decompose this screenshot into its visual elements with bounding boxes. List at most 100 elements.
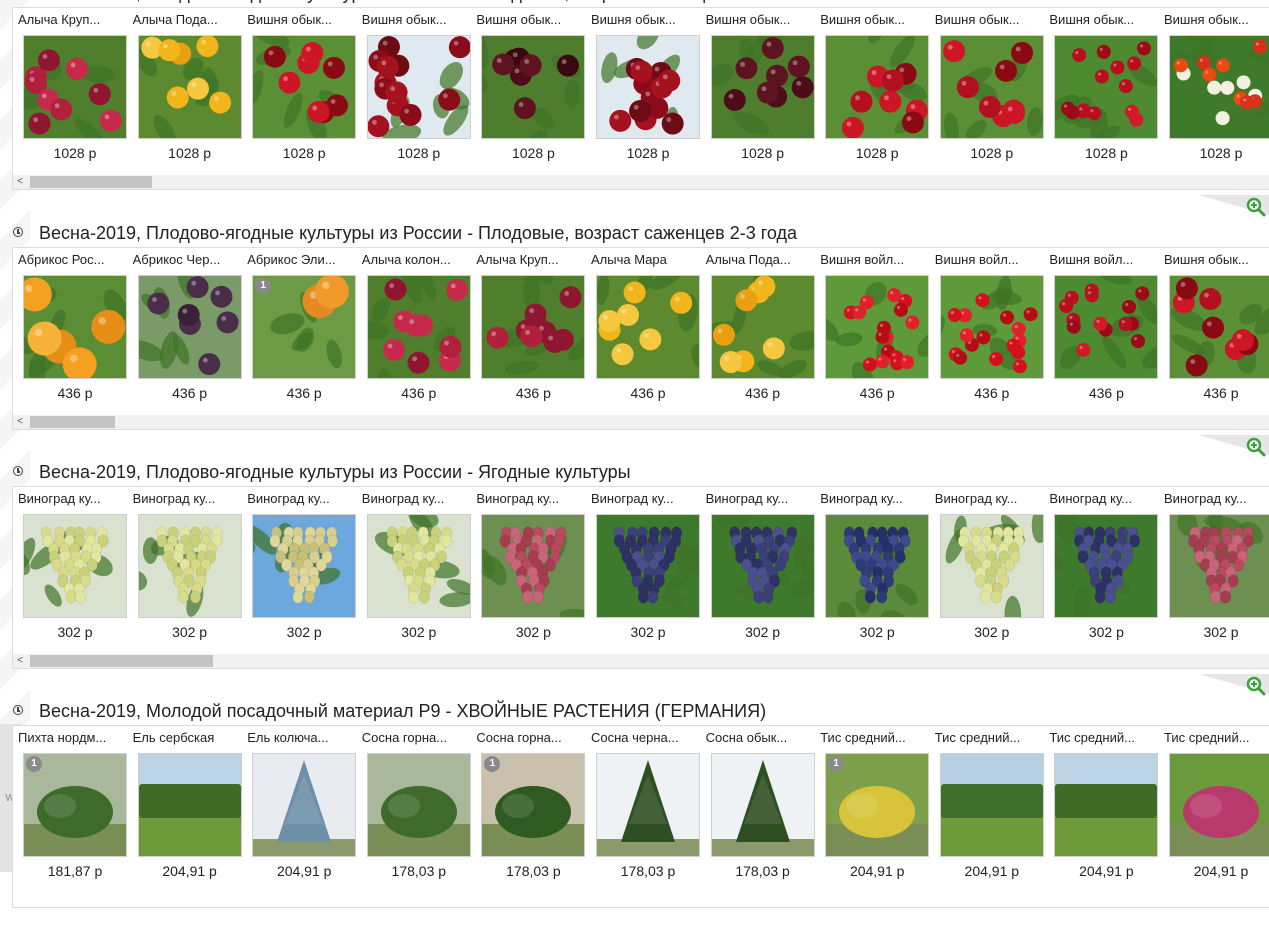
product-name[interactable]: Вишня войл...	[935, 252, 1039, 268]
product-image[interactable]	[939, 753, 1044, 857]
product-card[interactable]: Ель колюча... 204,91 р	[242, 726, 357, 886]
product-name[interactable]: Вишня войл...	[820, 252, 924, 268]
product-image[interactable]	[137, 753, 242, 857]
product-card[interactable]: Вишня обык... 1028 р	[586, 8, 700, 168]
product-card[interactable]: Виноград ку... 302 р	[242, 487, 357, 647]
product-card[interactable]: Алыча колон... 436 р	[357, 248, 471, 408]
product-name[interactable]: Ель сербская	[133, 730, 237, 746]
product-name[interactable]: Виноград ку...	[935, 491, 1039, 507]
product-name[interactable]: Виноград ку...	[591, 491, 695, 507]
zoom-in-icon[interactable]	[1246, 197, 1266, 217]
product-card[interactable]: Сосна обык... 178,03 р	[701, 726, 815, 886]
product-image[interactable]	[366, 514, 471, 618]
product-name[interactable]: Вишня обык...	[1049, 12, 1153, 28]
product-card[interactable]: Виноград ку... 302 р	[1159, 487, 1269, 647]
product-image[interactable]	[710, 514, 815, 618]
product-name[interactable]: Виноград ку...	[133, 491, 237, 507]
product-name[interactable]: Вишня обык...	[591, 12, 695, 28]
product-name[interactable]: Виноград ку...	[820, 491, 924, 507]
product-card[interactable]: Виноград ку... 302 р	[471, 487, 586, 647]
product-card[interactable]: Алыча Пода... 436 р	[701, 248, 815, 408]
product-image[interactable]	[252, 514, 357, 618]
product-card[interactable]: Вишня обык... 1028 р	[357, 8, 471, 168]
product-card[interactable]: Тис средний... 1 204,91 р	[815, 726, 930, 886]
product-image[interactable]	[137, 514, 242, 618]
product-name[interactable]: Виноград ку...	[1164, 491, 1268, 507]
product-image[interactable]	[1054, 35, 1159, 139]
scrollbar-thumb[interactable]	[30, 416, 115, 428]
product-name[interactable]: Ель колюча...	[247, 730, 351, 746]
product-card[interactable]: Виноград ку... 302 р	[13, 487, 127, 647]
product-card[interactable]: Вишня обык... 1028 р	[701, 8, 815, 168]
product-name[interactable]: Вишня обык...	[362, 12, 466, 28]
product-image[interactable]: 1	[825, 753, 930, 857]
product-card[interactable]: Виноград ку... 302 р	[930, 487, 1044, 647]
product-image[interactable]: 1	[252, 275, 357, 379]
product-image[interactable]	[1169, 753, 1269, 857]
product-image[interactable]	[23, 514, 127, 618]
product-image[interactable]	[23, 35, 127, 139]
product-card[interactable]: Тис средний... 204,91 р	[1044, 726, 1159, 886]
product-image[interactable]	[710, 275, 815, 379]
product-image[interactable]	[23, 275, 127, 379]
product-card[interactable]: Вишня войл... 436 р	[815, 248, 930, 408]
product-card[interactable]: Тис средний... 204,91 р	[930, 726, 1044, 886]
product-card[interactable]: Сосна черна... 178,03 р	[586, 726, 700, 886]
product-name[interactable]: Алыча Круп...	[476, 252, 580, 268]
product-name[interactable]: Виноград ку...	[1049, 491, 1153, 507]
product-image[interactable]	[710, 753, 815, 857]
product-name[interactable]: Виноград ку...	[247, 491, 351, 507]
section-title[interactable]: Весна-2019, Плодово-ягодные культуры из …	[39, 221, 797, 245]
product-card[interactable]: Виноград ку... 302 р	[128, 487, 242, 647]
product-image[interactable]	[596, 514, 700, 618]
horizontal-scrollbar[interactable]: <	[13, 175, 1269, 189]
product-card[interactable]: Виноград ку... 302 р	[815, 487, 930, 647]
product-card[interactable]: Сосна горна... 1 178,03 р	[471, 726, 586, 886]
zoom-in-icon[interactable]	[1246, 676, 1266, 696]
product-name[interactable]: Виноград ку...	[18, 491, 122, 507]
product-image[interactable]	[596, 753, 700, 857]
product-image[interactable]	[481, 514, 586, 618]
product-card[interactable]: Виноград ку... 302 р	[586, 487, 700, 647]
zoom-in-icon[interactable]	[1246, 437, 1266, 457]
product-name[interactable]: Тис средний...	[820, 730, 924, 746]
section-title[interactable]: Весна-2019, Плодово-ягодные культуры из …	[39, 460, 631, 484]
product-image[interactable]	[366, 753, 471, 857]
product-card[interactable]: Абрикос Чер... 436 р	[128, 248, 242, 408]
product-image[interactable]	[596, 35, 700, 139]
product-image[interactable]	[137, 35, 242, 139]
product-card[interactable]: Пихта нордм... 1 181,87 р	[13, 726, 127, 886]
product-name[interactable]: Вишня обык...	[1164, 252, 1268, 268]
product-image[interactable]	[252, 753, 357, 857]
product-name[interactable]: Вишня обык...	[476, 12, 580, 28]
product-name[interactable]: Виноград ку...	[362, 491, 466, 507]
product-name[interactable]: Вишня обык...	[820, 12, 924, 28]
product-image[interactable]	[366, 35, 471, 139]
scrollbar-thumb[interactable]	[30, 655, 213, 667]
product-card[interactable]: Алыча Круп... 436 р	[471, 248, 586, 408]
product-card[interactable]: Виноград ку... 302 р	[1044, 487, 1159, 647]
product-name[interactable]: Пихта нордм...	[18, 730, 122, 746]
scroll-left-arrow-icon[interactable]: <	[13, 654, 27, 668]
product-image[interactable]	[939, 514, 1044, 618]
product-card[interactable]: Ель сербская 204,91 р	[128, 726, 242, 886]
product-name[interactable]: Вишня обык...	[1164, 12, 1268, 28]
product-image[interactable]	[1169, 514, 1269, 618]
product-image[interactable]	[137, 275, 242, 379]
product-image[interactable]	[1054, 514, 1159, 618]
product-card[interactable]: Вишня обык... 1028 р	[242, 8, 357, 168]
product-card[interactable]: Сосна горна... 178,03 р	[357, 726, 471, 886]
product-name[interactable]: Сосна горна...	[476, 730, 580, 746]
product-name[interactable]: Вишня обык...	[706, 12, 810, 28]
product-image[interactable]	[366, 275, 471, 379]
product-card[interactable]: Тис средний... 204,91 р	[1159, 726, 1269, 886]
product-name[interactable]: Сосна обык...	[706, 730, 810, 746]
product-name[interactable]: Абрикос Рос...	[18, 252, 122, 268]
product-name[interactable]: Алыча Пода...	[706, 252, 810, 268]
product-image[interactable]	[1054, 275, 1159, 379]
product-image[interactable]	[710, 35, 815, 139]
product-name[interactable]: Тис средний...	[1164, 730, 1268, 746]
product-name[interactable]: Вишня обык...	[935, 12, 1039, 28]
product-name[interactable]: Сосна горна...	[362, 730, 466, 746]
scroll-left-arrow-icon[interactable]: <	[13, 175, 27, 189]
